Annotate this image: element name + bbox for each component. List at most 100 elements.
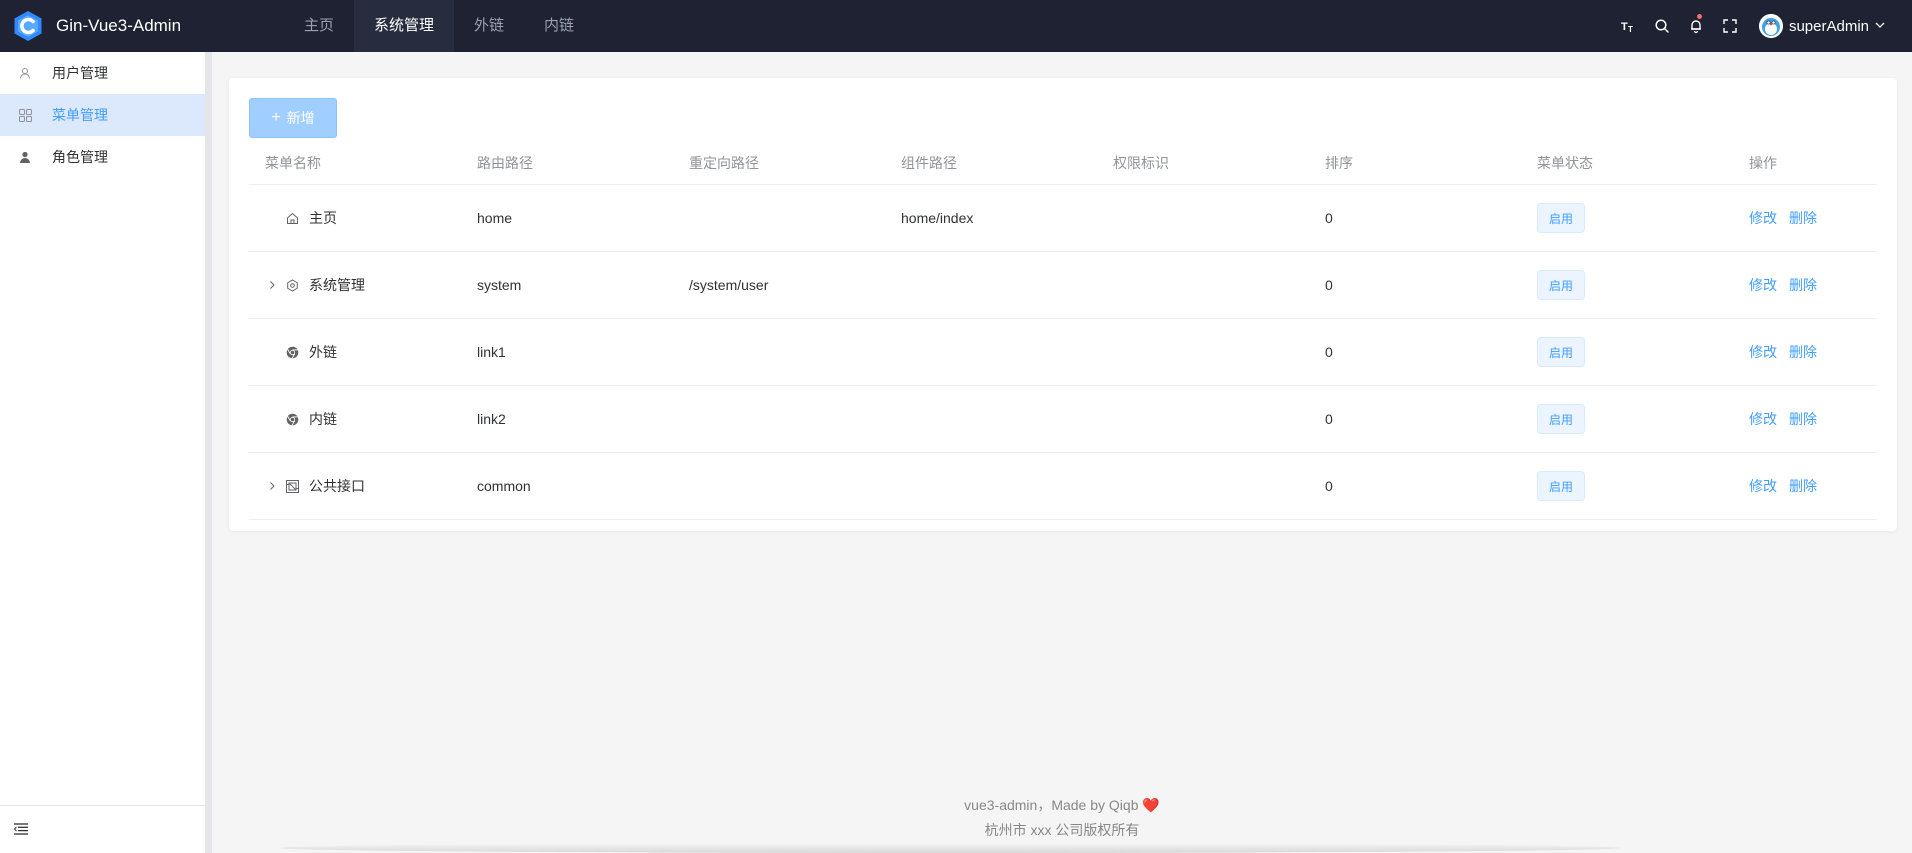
column-header: 重定向路径 <box>673 142 885 185</box>
table-row[interactable]: 公共接口 common 0 启用 修改 删除 <box>249 452 1877 520</box>
footer-credit-text: vue3-admin，Made by Qiqb <box>964 797 1139 813</box>
bottom-shadow <box>280 843 1620 853</box>
menu-table-card: + 新增 菜单名称 路由路径 重定向路径 组件路径 权限标识 排序 菜单状态 操… <box>229 78 1897 531</box>
plus-icon: + <box>271 109 281 126</box>
table-row[interactable]: 外链 link1 0 启用 修改 删除 <box>249 318 1877 386</box>
delete-button[interactable]: 删除 <box>1789 277 1817 293</box>
chevron-down-icon <box>1874 18 1886 34</box>
sort-order: 0 <box>1309 318 1521 386</box>
chevron-right-icon[interactable] <box>265 278 279 292</box>
table-row[interactable]: 内链 link2 0 启用 修改 删除 <box>249 385 1877 453</box>
redirect-path <box>673 318 885 386</box>
redirect-path <box>673 452 885 520</box>
delete-button[interactable]: 删除 <box>1789 478 1817 494</box>
route-path: link2 <box>461 385 673 453</box>
column-header: 排序 <box>1309 142 1521 185</box>
menu-name: 外链 <box>309 344 337 360</box>
footer-credit: vue3-admin，Made by Qiqb ❤️ <box>212 795 1912 815</box>
sidebar-item-label: 用户管理 <box>52 65 108 81</box>
sidebar-collapse-toggle[interactable] <box>0 805 205 853</box>
add-menu-button[interactable]: + 新增 <box>249 98 337 138</box>
table-row[interactable]: 主页 home home/index 0 启用 修改 删除 <box>249 184 1877 252</box>
menu-name: 主页 <box>309 210 337 226</box>
heart-icon: ❤️ <box>1142 797 1160 813</box>
sort-order: 0 <box>1309 452 1521 520</box>
menu-name-cell: 公共接口 <box>265 476 460 496</box>
table-row[interactable]: 系统管理 system /system/user 0 启用 修改 删除 <box>249 251 1877 319</box>
top-header: Gin-Vue3-Admin 主页 系统管理 外链 内链 TT superAdm… <box>0 0 1912 52</box>
user-menu[interactable]: superAdmin <box>1758 14 1886 38</box>
sort-order: 0 <box>1309 385 1521 453</box>
topnav-item-home[interactable]: 主页 <box>284 0 354 52</box>
menu-name-cell: 外链 <box>265 342 460 362</box>
collapse-menu-icon <box>13 822 28 838</box>
component-path: home/index <box>885 184 1097 252</box>
menu-name: 内链 <box>309 411 337 427</box>
redirect-path <box>673 184 885 252</box>
bell-icon[interactable] <box>1679 0 1713 52</box>
edit-button[interactable]: 修改 <box>1749 277 1777 293</box>
route-path: common <box>461 452 673 520</box>
topnav-item-external-link[interactable]: 外链 <box>454 0 524 52</box>
gear-icon <box>285 278 299 292</box>
api-icon <box>285 479 299 493</box>
sidebar-item-label: 菜单管理 <box>52 107 108 123</box>
sidebar-item-roles[interactable]: 角色管理 <box>0 136 205 178</box>
permission <box>1097 184 1309 252</box>
menu-name-cell: 内链 <box>265 409 460 429</box>
home-icon <box>285 211 299 225</box>
component-path <box>885 251 1097 319</box>
component-path <box>885 318 1097 386</box>
text-size-icon[interactable]: TT <box>1611 0 1645 52</box>
edit-button[interactable]: 修改 <box>1749 411 1777 427</box>
menu-name: 公共接口 <box>309 478 365 494</box>
add-button-label: 新增 <box>286 110 315 126</box>
svg-text:T: T <box>1628 25 1633 34</box>
edit-button[interactable]: 修改 <box>1749 478 1777 494</box>
user-icon <box>18 66 32 80</box>
route-path: link1 <box>461 318 673 386</box>
column-header: 组件路径 <box>885 142 1097 185</box>
menu-table: 菜单名称 路由路径 重定向路径 组件路径 权限标识 排序 菜单状态 操作 主页 … <box>249 142 1877 520</box>
top-nav: 主页 系统管理 外链 内链 <box>284 0 594 52</box>
logo-icon <box>12 10 44 42</box>
sidebar-item-users[interactable]: 用户管理 <box>0 52 205 94</box>
search-icon[interactable] <box>1645 0 1679 52</box>
brand[interactable]: Gin-Vue3-Admin <box>0 0 284 52</box>
status-badge: 启用 <box>1537 404 1586 434</box>
status-badge: 启用 <box>1537 337 1586 367</box>
edit-button[interactable]: 修改 <box>1749 210 1777 226</box>
column-header: 菜单名称 <box>249 142 461 185</box>
topnav-item-internal-link[interactable]: 内链 <box>524 0 594 52</box>
delete-button[interactable]: 删除 <box>1789 411 1817 427</box>
chrome-icon <box>285 345 299 359</box>
column-header: 路由路径 <box>461 142 673 185</box>
delete-button[interactable]: 删除 <box>1789 344 1817 360</box>
permission <box>1097 452 1309 520</box>
redirect-path: /system/user <box>673 251 885 319</box>
menu-name-cell: 系统管理 <box>265 275 460 295</box>
sidebar: 用户管理 菜单管理 角色管理 <box>0 52 212 853</box>
menu-name-cell: 主页 <box>265 208 460 228</box>
app-title: Gin-Vue3-Admin <box>56 16 182 35</box>
menu-name: 系统管理 <box>309 277 365 293</box>
menu-grid-icon <box>18 108 32 122</box>
column-header: 菜单状态 <box>1521 142 1733 185</box>
chevron-right-icon[interactable] <box>265 479 279 493</box>
edit-button[interactable]: 修改 <box>1749 344 1777 360</box>
fullscreen-icon[interactable] <box>1713 0 1747 52</box>
status-badge: 启用 <box>1537 203 1586 233</box>
table-header-row: 菜单名称 路由路径 重定向路径 组件路径 权限标识 排序 菜单状态 操作 <box>249 142 1877 185</box>
sort-order: 0 <box>1309 251 1521 319</box>
column-header: 权限标识 <box>1097 142 1309 185</box>
sidebar-item-menus[interactable]: 菜单管理 <box>0 94 205 136</box>
topnav-item-system[interactable]: 系统管理 <box>354 0 455 52</box>
sidebar-item-label: 角色管理 <box>52 149 108 165</box>
header-actions: TT superAdmin <box>1611 0 1912 52</box>
component-path <box>885 452 1097 520</box>
permission <box>1097 251 1309 319</box>
permission <box>1097 385 1309 453</box>
chrome-icon <box>285 412 299 426</box>
svg-text:T: T <box>1621 21 1628 33</box>
delete-button[interactable]: 删除 <box>1789 210 1817 226</box>
